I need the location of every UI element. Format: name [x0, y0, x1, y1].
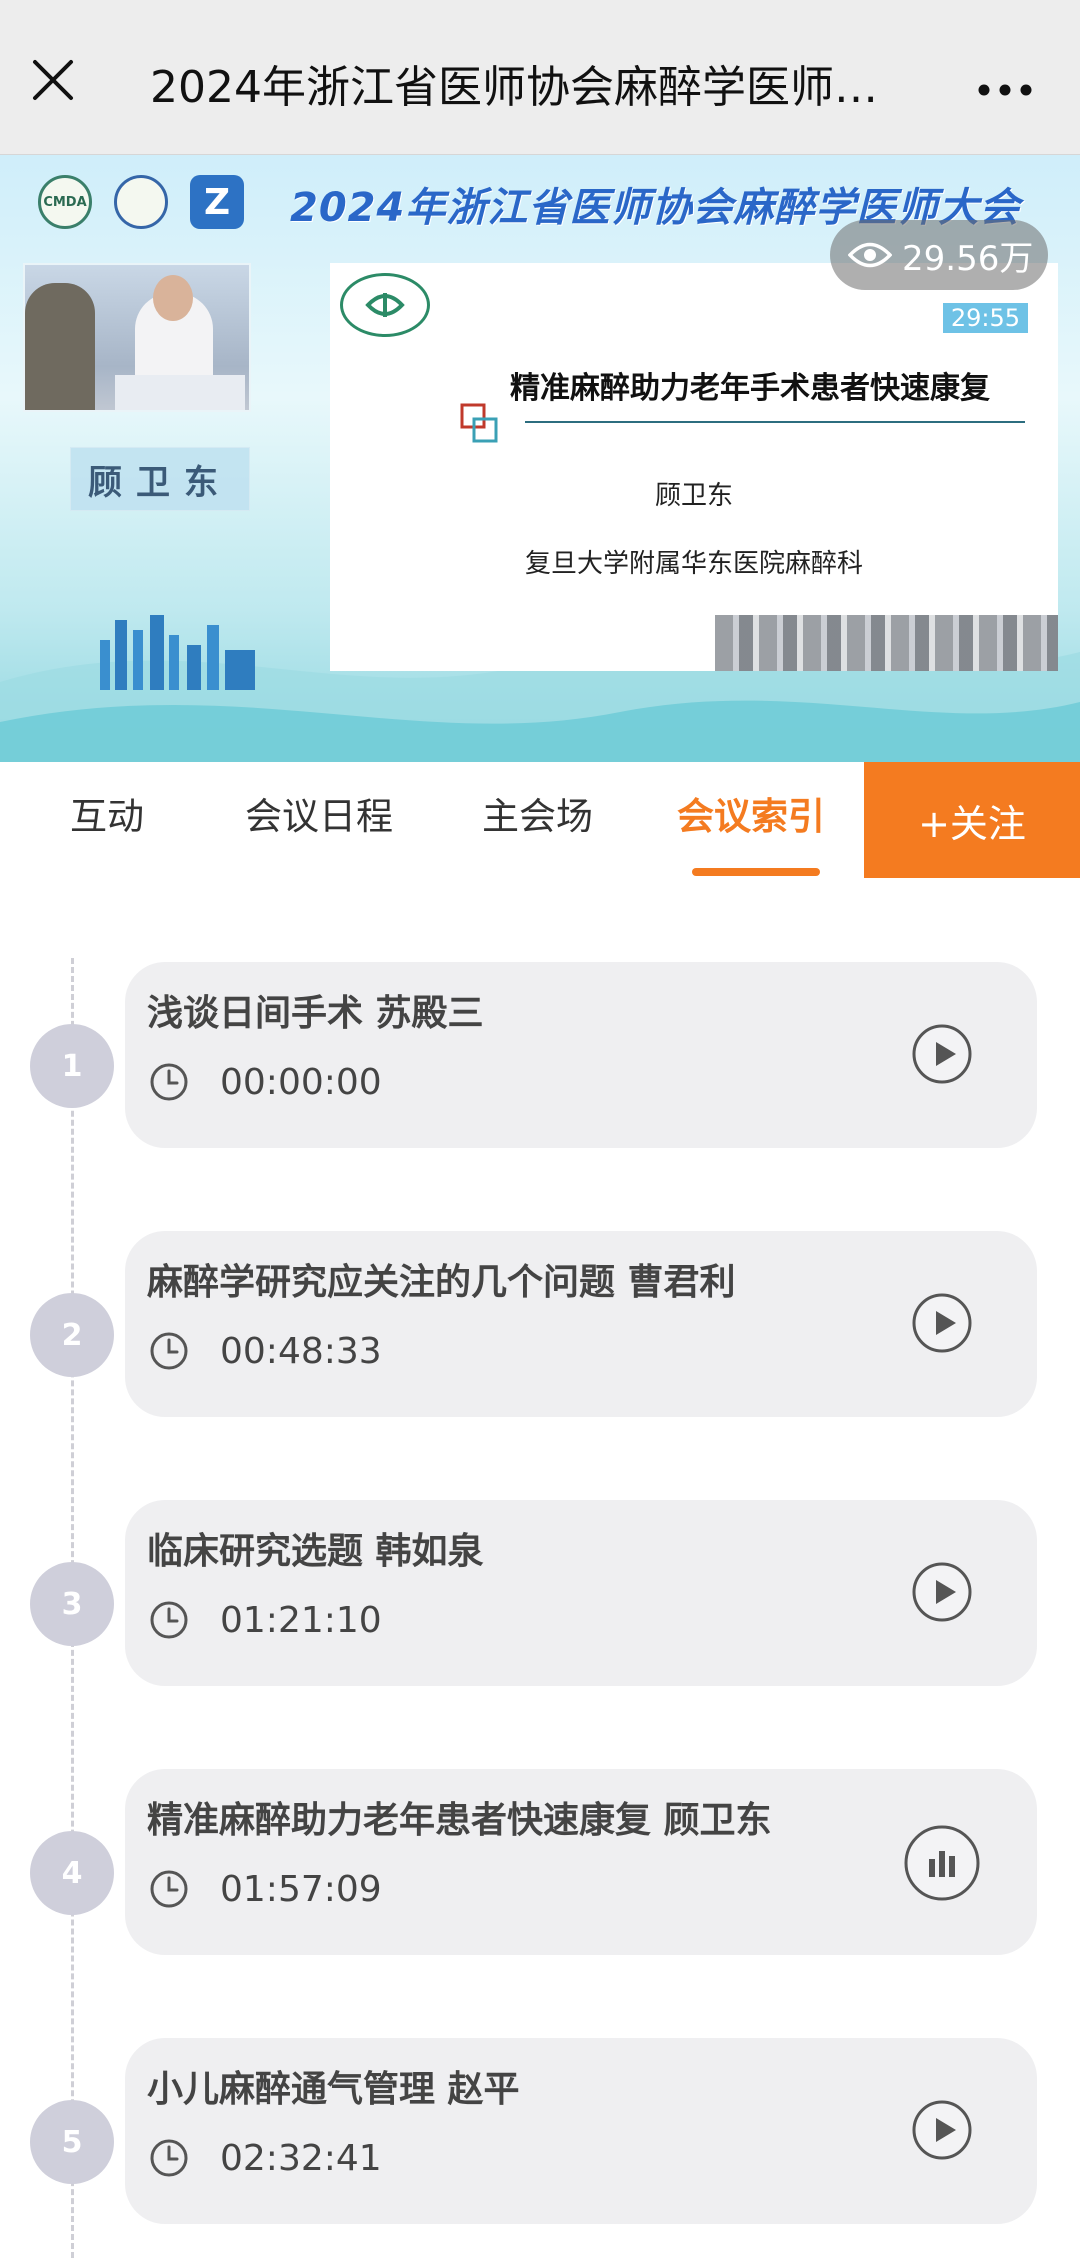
entry-number-badge: 5: [30, 2100, 114, 2184]
skyline-decoration: [100, 615, 255, 690]
entry-number-badge: 1: [30, 1024, 114, 1108]
follow-button[interactable]: +关注: [864, 762, 1080, 878]
entry-time: 01:57:09: [220, 1869, 382, 1910]
tab-main-venue[interactable]: 主会场: [482, 792, 593, 842]
slide-affiliation: 复旦大学附属华东医院麻醉科: [524, 549, 863, 579]
more-dots-icon: [978, 84, 1032, 96]
entry-time: 00:00:00: [220, 1062, 382, 1103]
entry-title: 小儿麻醉通气管理 赵平: [147, 2069, 520, 2110]
index-entry: 1 浅谈日间手术 苏殿三 00:00:00: [0, 962, 1080, 1148]
more-button[interactable]: [965, 60, 1045, 120]
video-player[interactable]: CMDA Z 2024年浙江省医师协会麻醉学医师大会 顾卫东 29:55 精准麻…: [0, 155, 1080, 762]
tab-schedule[interactable]: 会议日程: [245, 792, 393, 842]
index-entry: 4 精准麻醉助力老年患者快速康复 顾卫东 01:57:09: [0, 1769, 1080, 1955]
tab-interaction[interactable]: 互动: [70, 792, 144, 842]
z-logo: Z: [190, 175, 244, 229]
clock-icon: [150, 1601, 188, 1639]
entry-number-badge: 2: [30, 1293, 114, 1377]
clock-icon: [150, 2139, 188, 2177]
entry-number-badge: 4: [30, 1831, 114, 1915]
clock-icon: [150, 1332, 188, 1370]
tab-bar: 互动 会议日程 主会场 会议索引 +关注: [0, 762, 1080, 878]
play-icon[interactable]: [910, 1560, 974, 1624]
play-icon[interactable]: [910, 1022, 974, 1086]
play-icon[interactable]: [910, 2098, 974, 2162]
meeting-index-list: 1 浅谈日间手术 苏殿三 00:00:00 2 麻醉学研究应关注的几个问题 曹君…: [0, 878, 1080, 2258]
entry-time: 00:48:33: [220, 1331, 382, 1372]
now-playing-icon[interactable]: [902, 1823, 982, 1903]
active-tab-indicator: [692, 868, 820, 876]
slide-title: 精准麻醉助力老年手术患者快速康复: [510, 371, 990, 406]
buildings-photo: [715, 615, 1058, 671]
entry-card[interactable]: 小儿麻醉通气管理 赵平 02:32:41: [125, 2038, 1037, 2224]
entry-card[interactable]: 浅谈日间手术 苏殿三 00:00:00: [125, 962, 1037, 1148]
slide-timer: 29:55: [942, 303, 1028, 333]
conference-logos: CMDA Z: [38, 175, 244, 229]
slide-speaker: 顾卫东: [654, 481, 733, 511]
entry-card[interactable]: 临床研究选题 韩如泉 01:21:10: [125, 1500, 1037, 1686]
title-bar: 2024年浙江省医师协会麻醉学医师…: [0, 0, 1080, 155]
speaker-name-tag: 顾卫东: [70, 447, 250, 511]
index-entry: 3 临床研究选题 韩如泉 01:21:10: [0, 1500, 1080, 1686]
eye-icon: [848, 242, 892, 268]
hospital-logo: [340, 273, 430, 337]
slide-divider: [525, 421, 1025, 423]
entry-title: 麻醉学研究应关注的几个问题 曹君利: [147, 1262, 736, 1303]
play-icon[interactable]: [910, 1291, 974, 1355]
association-logo: [114, 175, 168, 229]
entry-card[interactable]: 麻醉学研究应关注的几个问题 曹君利 00:48:33: [125, 1231, 1037, 1417]
view-count-badge: 29.56万: [830, 220, 1048, 290]
view-count: 29.56万: [902, 238, 1034, 279]
clock-icon: [150, 1063, 188, 1101]
page-title: 2024年浙江省医师协会麻醉学医师…: [150, 62, 878, 113]
speaker-camera-feed: [23, 263, 251, 412]
entry-title: 浅谈日间手术 苏殿三: [147, 993, 484, 1034]
tab-meeting-index[interactable]: 会议索引: [677, 792, 825, 842]
entry-title: 精准麻醉助力老年患者快速康复 顾卫东: [147, 1800, 772, 1841]
entry-title: 临床研究选题 韩如泉: [147, 1531, 484, 1572]
entry-card[interactable]: 精准麻醉助力老年患者快速康复 顾卫东 01:57:09: [125, 1769, 1037, 1955]
clock-icon: [150, 1870, 188, 1908]
index-entry: 5 小儿麻醉通气管理 赵平 02:32:41: [0, 2038, 1080, 2224]
cmda-logo: CMDA: [38, 175, 92, 229]
entry-time: 02:32:41: [220, 2138, 382, 2179]
index-entry: 2 麻醉学研究应关注的几个问题 曹君利 00:48:33: [0, 1231, 1080, 1417]
entry-time: 01:21:10: [220, 1600, 382, 1641]
close-button[interactable]: [18, 45, 88, 115]
close-icon: [33, 60, 73, 100]
presentation-slide: 29:55 精准麻醉助力老年手术患者快速康复 顾卫东 复旦大学附属华东医院麻醉科: [330, 263, 1058, 671]
squares-decoration: [460, 403, 498, 443]
entry-number-badge: 3: [30, 1562, 114, 1646]
